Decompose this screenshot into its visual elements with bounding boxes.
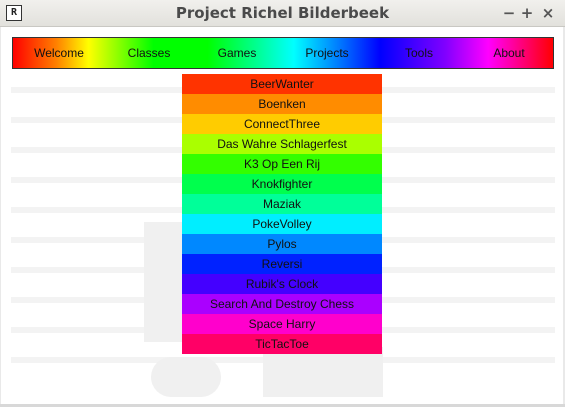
dropdown-item-pokevolley[interactable]: PokeVolley [182,214,382,234]
close-icon[interactable]: × [539,4,557,22]
dropdown-item-boenken[interactable]: Boenken [182,94,382,114]
dropdown-item-tictactoe[interactable]: TicTacToe [182,334,382,354]
content-area: Welcome Classes Games Projects Tools Abo… [1,27,563,404]
dropdown-item-maziak[interactable]: Maziak [182,194,382,214]
maximize-icon[interactable]: + [518,4,536,22]
title-bar: R Project Richel Bilderbeek − + × [0,0,565,27]
dropdown-item-reversi[interactable]: Reversi [182,254,382,274]
watermark-logo-shape [263,347,383,397]
games-dropdown-menu: BeerWanter Boenken ConnectThree Das Wahr… [182,74,382,354]
main-menu-bar: Welcome Classes Games Projects Tools Abo… [12,37,554,69]
dropdown-item-search-and-destroy-chess[interactable]: Search And Destroy Chess [182,294,382,314]
window-title: Project Richel Bilderbeek [175,4,390,22]
menu-item-classes[interactable]: Classes [111,38,187,68]
dropdown-item-pylos[interactable]: Pylos [182,234,382,254]
dropdown-item-das-wahre-schlagerfest[interactable]: Das Wahre Schlagerfest [182,134,382,154]
menu-item-games[interactable]: Games [199,38,275,68]
dropdown-item-knokfighter[interactable]: Knokfighter [182,174,382,194]
dropdown-item-rubiks-clock[interactable]: Rubik's Clock [182,274,382,294]
dropdown-item-beerwanter[interactable]: BeerWanter [182,74,382,94]
menu-item-welcome[interactable]: Welcome [21,38,97,68]
dropdown-item-connectthree[interactable]: ConnectThree [182,114,382,134]
watermark-logo-shape [151,357,221,397]
menu-item-about[interactable]: About [471,38,547,68]
menu-item-tools[interactable]: Tools [381,38,457,68]
dropdown-item-space-harry[interactable]: Space Harry [182,314,382,334]
menu-item-projects[interactable]: Projects [289,38,365,68]
dropdown-item-k3-op-een-rij[interactable]: K3 Op Een Rij [182,154,382,174]
minimize-icon[interactable]: − [500,4,518,22]
